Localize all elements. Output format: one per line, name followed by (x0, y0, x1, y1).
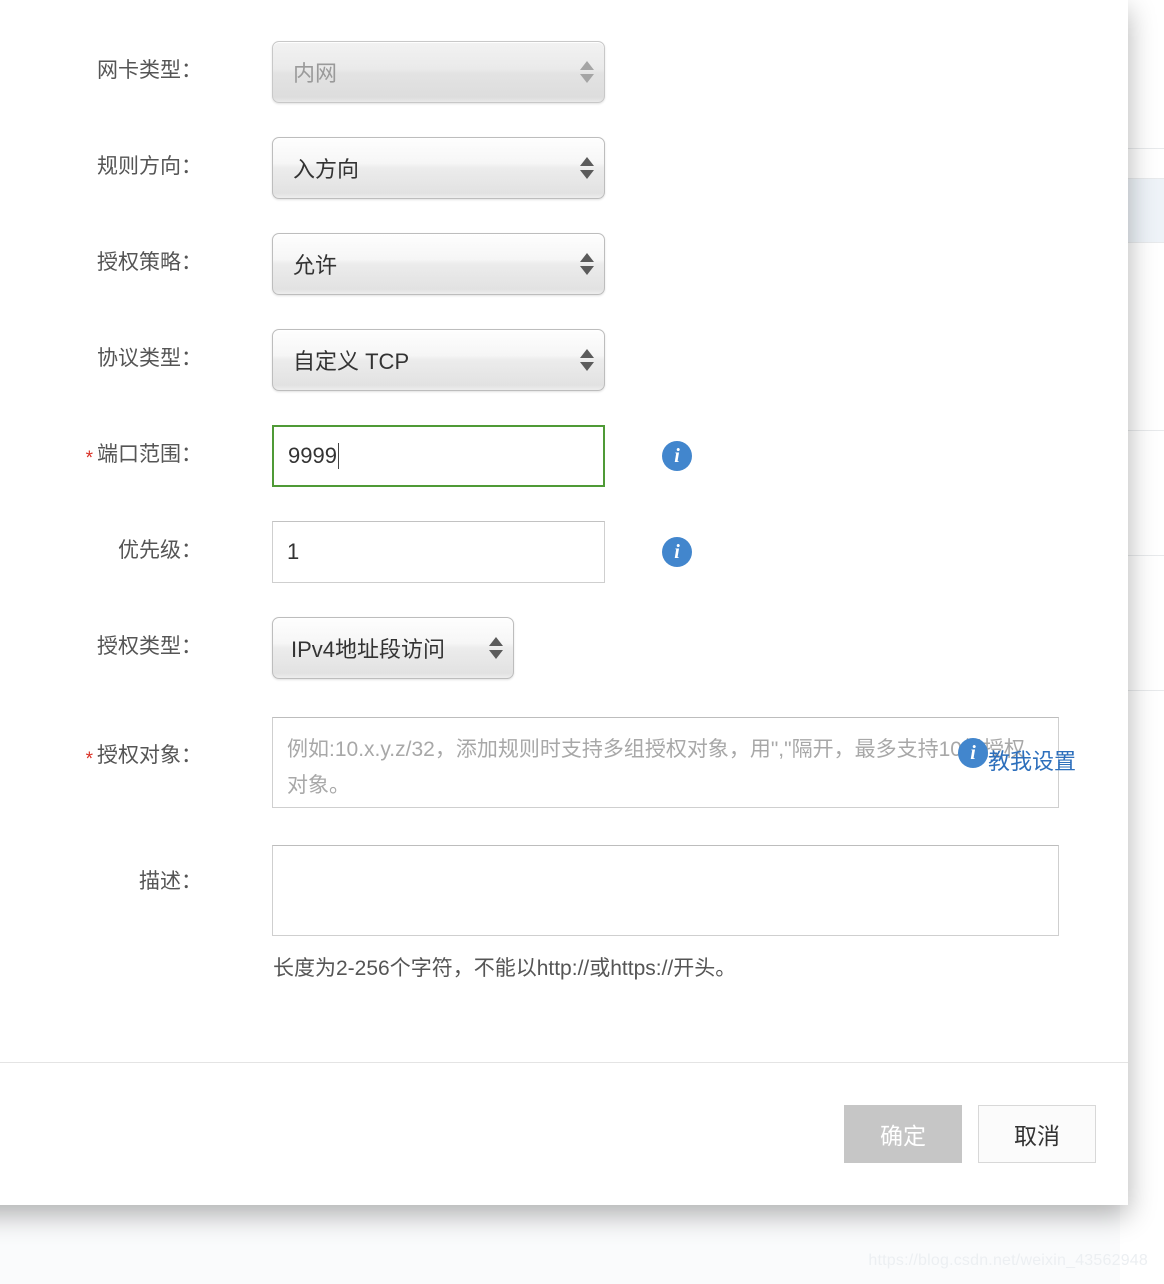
background-table-row-divider (1124, 555, 1164, 556)
background-table-row-highlighted (1124, 178, 1164, 242)
label-rule-direction-text: 规则方向： (97, 155, 202, 178)
select-rule-direction[interactable]: 入方向 (272, 137, 605, 199)
chevron-up-down-icon (570, 349, 604, 371)
select-protocol-type-value: 自定义 TCP (293, 349, 410, 374)
input-port-range-value: 9999 (288, 443, 337, 468)
background-table-row-divider (1124, 178, 1164, 179)
chevron-up-down-icon (570, 253, 604, 275)
label-nic-type: 网卡类型： (0, 60, 212, 81)
label-port-range: * 端口范围： (0, 443, 212, 468)
info-icon[interactable]: i (958, 738, 988, 768)
select-nic-type[interactable]: 内网 (272, 41, 605, 103)
label-nic-type-text: 网卡类型： (97, 59, 202, 82)
cancel-button[interactable]: 取消 (978, 1105, 1096, 1163)
select-auth-type-value: IPv4地址段访问 (291, 637, 446, 662)
confirm-button[interactable]: 确定 (844, 1105, 962, 1163)
background-table-row-divider (1124, 148, 1164, 149)
label-description: 描述： (0, 871, 212, 892)
dialog-form-body: 网卡类型： 内网 规则方向： 入方向 授权策略： 允许 协议类型： 自定义 TC… (0, 0, 1128, 1062)
required-asterisk: * (85, 749, 93, 770)
select-auth-policy-value: 允许 (293, 253, 338, 278)
label-auth-policy-text: 授权策略： (97, 251, 202, 274)
label-auth-type: 授权类型： (0, 636, 212, 657)
select-rule-direction-value: 入方向 (293, 157, 360, 182)
select-nic-type-value: 内网 (293, 61, 338, 86)
select-protocol-type[interactable]: 自定义 TCP (272, 329, 605, 391)
label-priority: 优先级： (0, 540, 212, 561)
chevron-up-down-icon (570, 157, 604, 179)
background-table-row-divider (1124, 690, 1164, 691)
label-description-text: 描述： (139, 870, 202, 893)
select-auth-type[interactable]: IPv4地址段访问 (272, 617, 514, 679)
background-table-row-divider (1124, 242, 1164, 243)
watermark: https://blog.csdn.net/weixin_43562948 (868, 1252, 1148, 1269)
select-auth-policy[interactable]: 允许 (272, 233, 605, 295)
background-table-row-divider (1124, 430, 1164, 431)
label-protocol-type: 协议类型： (0, 348, 212, 369)
text-cursor (337, 443, 339, 469)
label-auth-policy: 授权策略： (0, 252, 212, 273)
label-auth-object: * 授权对象： (0, 744, 212, 769)
chevron-up-down-icon (479, 637, 513, 659)
input-port-range[interactable]: 9999 (272, 425, 605, 487)
dialog-footer: 确定 取消 (0, 1062, 1128, 1205)
description-hint: 长度为2-256个字符，不能以http://或https://开头。 (273, 957, 737, 980)
input-priority-value: 1 (287, 539, 300, 564)
security-group-rule-dialog: 网卡类型： 内网 规则方向： 入方向 授权策略： 允许 协议类型： 自定义 TC… (0, 0, 1128, 1205)
label-auth-type-text: 授权类型： (97, 635, 202, 658)
label-auth-object-text: 授权对象： (97, 744, 202, 767)
info-icon[interactable]: i (662, 441, 692, 471)
label-priority-text: 优先级： (118, 539, 202, 562)
required-asterisk: * (85, 448, 93, 469)
info-icon[interactable]: i (662, 537, 692, 567)
textarea-description[interactable] (272, 845, 1059, 936)
textarea-auth-object-placeholder: 例如:10.x.y.z/32，添加规则时支持多组授权对象，用","隔开，最多支持… (287, 738, 1025, 797)
input-priority[interactable]: 1 (272, 521, 605, 583)
textarea-auth-object[interactable]: 例如:10.x.y.z/32，添加规则时支持多组授权对象，用","隔开，最多支持… (272, 717, 1059, 808)
label-port-range-text: 端口范围： (97, 443, 202, 466)
teach-me-to-configure-link[interactable]: 教我设置 (988, 744, 1076, 776)
label-protocol-type-text: 协议类型： (97, 347, 202, 370)
label-rule-direction: 规则方向： (0, 156, 212, 177)
chevron-up-down-icon (570, 61, 604, 83)
